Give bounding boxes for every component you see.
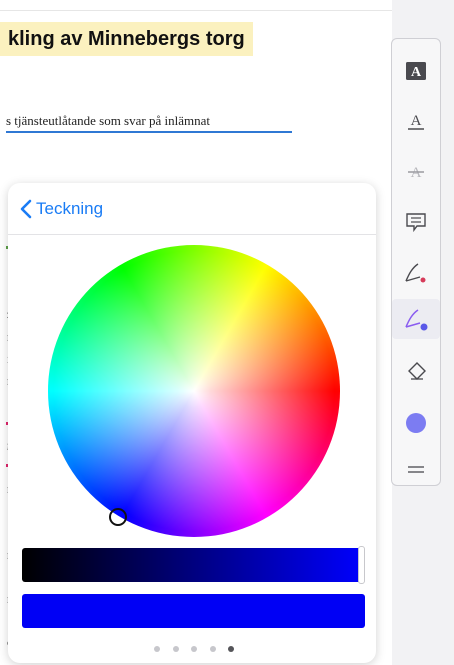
back-button[interactable]: Teckning (20, 199, 103, 219)
menu-lines-icon (408, 466, 424, 473)
svg-text:A: A (411, 113, 422, 129)
popover-arrow (374, 411, 389, 437)
page-dot[interactable] (209, 646, 216, 652)
text-underline-annotation (6, 131, 292, 133)
color-picker-tool[interactable] (392, 403, 440, 443)
svg-text:A: A (411, 65, 422, 80)
selected-color-swatch (22, 594, 365, 628)
document-text-line: s tjänsteutlåtande som svar på inlämnat (6, 113, 210, 128)
color-circle-icon (406, 413, 426, 433)
page-dot[interactable] (172, 646, 179, 652)
eraser-icon (408, 362, 426, 380)
drawing-pen-icon (405, 309, 428, 331)
pen-tool[interactable] (392, 253, 440, 293)
annotation-toolbar: A A A (391, 38, 441, 486)
page-indicator[interactable] (154, 644, 234, 654)
back-label: Teckning (36, 199, 104, 218)
comment-tool[interactable] (392, 202, 440, 242)
strikethrough-icon: A (408, 165, 424, 181)
brightness-slider[interactable] (22, 548, 365, 582)
comment-icon (406, 213, 426, 233)
text-box-icon: A (406, 62, 426, 80)
svg-text:A: A (411, 165, 422, 181)
pen-icon (405, 263, 426, 283)
document-heading: kling av Minnebergs torg (0, 22, 253, 56)
color-picker-popover: Teckning (8, 183, 376, 663)
strikethrough-tool[interactable]: A (392, 151, 440, 191)
color-wheel[interactable] (48, 245, 340, 537)
eraser-tool[interactable] (392, 351, 440, 391)
chevron-left-icon (20, 199, 32, 219)
page-top-border (0, 10, 392, 11)
underline-icon: A (408, 113, 424, 130)
underline-tool[interactable]: A (392, 101, 440, 141)
page-dot[interactable] (154, 646, 160, 652)
page-dot[interactable] (191, 646, 197, 652)
drawing-pen-tool[interactable] (392, 299, 440, 339)
color-wheel-handle[interactable] (109, 508, 127, 526)
text-box-tool[interactable]: A (392, 51, 440, 91)
more-tool[interactable] (392, 449, 440, 489)
popover-divider (8, 234, 376, 235)
page-dot-active[interactable] (228, 646, 234, 652)
brightness-slider-knob[interactable] (358, 546, 365, 584)
